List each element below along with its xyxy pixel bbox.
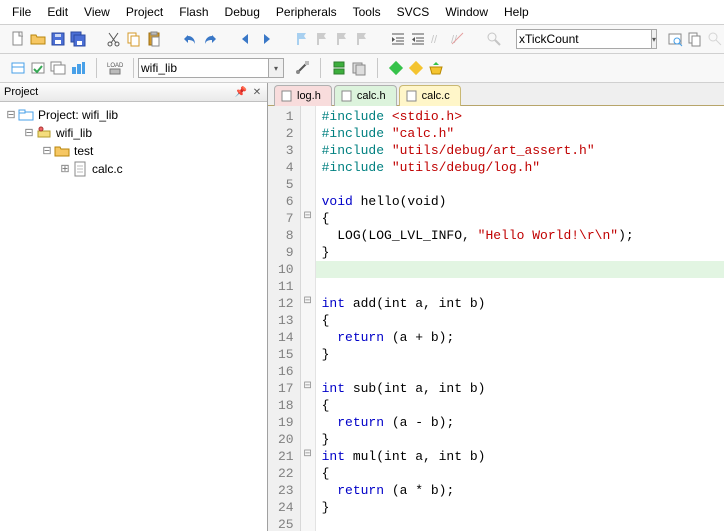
tree-expander[interactable]: ⊟ — [4, 108, 18, 122]
tab-log-h[interactable]: log.h — [274, 85, 332, 106]
pack-yellow-icon[interactable] — [408, 60, 424, 76]
find-icon[interactable] — [486, 31, 502, 47]
panel-pin-icon[interactable]: 📌 — [235, 86, 247, 98]
tree-group-label[interactable]: test — [74, 144, 93, 158]
target-icon — [36, 125, 52, 141]
panel-close-icon[interactable]: ✕ — [251, 86, 263, 98]
new-file-icon[interactable] — [10, 31, 26, 47]
tree-expander[interactable]: ⊟ — [22, 126, 36, 140]
menu-window[interactable]: Window — [437, 3, 496, 21]
save-all-icon[interactable] — [70, 31, 86, 47]
nav-forward-icon[interactable] — [258, 31, 274, 47]
rebuild-icon[interactable] — [50, 60, 66, 76]
bookmark-prev-icon[interactable] — [314, 31, 330, 47]
comment-icon[interactable]: // — [430, 31, 446, 47]
menu-file[interactable]: File — [4, 3, 39, 21]
menu-flash[interactable]: Flash — [171, 3, 216, 21]
separator — [133, 58, 134, 78]
bookmark-flag-icon[interactable] — [294, 31, 310, 47]
bookmark-clear-icon[interactable] — [354, 31, 370, 47]
bookmark-next-icon[interactable] — [334, 31, 350, 47]
tree-target-label[interactable]: wifi_lib — [56, 126, 92, 140]
line-number-gutter: 1234567891011121314151617181920212223242… — [268, 106, 301, 531]
outdent-icon[interactable] — [410, 31, 426, 47]
menubar: File Edit View Project Flash Debug Perip… — [0, 0, 724, 25]
save-icon[interactable] — [50, 31, 66, 47]
quick-search-input[interactable] — [516, 29, 652, 49]
file-icon — [281, 90, 293, 102]
c-file-icon — [72, 161, 88, 177]
uncomment-icon[interactable]: // — [450, 31, 466, 47]
project-panel-header: Project 📌 ✕ — [0, 83, 267, 102]
tab-calc-c[interactable]: calc.c — [399, 85, 461, 106]
project-panel: Project 📌 ✕ ⊟ Project: wifi_lib ⊟ wifi_l… — [0, 83, 268, 531]
project-panel-title: Project — [4, 86, 38, 98]
project-tree[interactable]: ⊟ Project: wifi_lib ⊟ wifi_lib ⊟ test ⊞ … — [0, 102, 267, 531]
options-icon[interactable] — [294, 60, 310, 76]
editor-tabs: log.h calc.h calc.c — [268, 83, 724, 106]
manage-project-icon[interactable] — [331, 60, 347, 76]
workspace-icon — [18, 107, 34, 123]
folder-icon — [54, 143, 70, 159]
target-select[interactable] — [138, 58, 269, 78]
indent-icon[interactable] — [390, 31, 406, 47]
workspace-body: Project 📌 ✕ ⊟ Project: wifi_lib ⊟ wifi_l… — [0, 83, 724, 531]
quick-search-dropdown[interactable]: ▾ — [652, 29, 657, 49]
pack-installer-icon[interactable] — [428, 60, 444, 76]
batch-build-icon[interactable] — [70, 60, 86, 76]
tab-calc-h[interactable]: calc.h — [334, 85, 397, 106]
svg-text://: // — [431, 34, 438, 46]
tree-file-label[interactable]: calc.c — [92, 162, 123, 176]
tab-label: calc.h — [357, 90, 386, 102]
search-project-icon[interactable] — [667, 31, 683, 47]
menu-project[interactable]: Project — [118, 3, 171, 21]
tree-expander[interactable]: ⊞ — [58, 162, 72, 176]
target-select-dropdown[interactable]: ▾ — [269, 58, 284, 78]
toolbar-build: LOAD ▾ — [0, 54, 724, 83]
build-icon[interactable] — [30, 60, 46, 76]
svg-text://: // — [451, 34, 458, 46]
menu-tools[interactable]: Tools — [345, 3, 389, 21]
separator — [320, 58, 321, 78]
separator — [377, 58, 378, 78]
paste-icon[interactable] — [146, 31, 162, 47]
tab-label: calc.c — [422, 90, 450, 102]
code-editor[interactable]: 1234567891011121314151617181920212223242… — [268, 106, 724, 531]
toolbar-main: // // ▾ — [0, 25, 724, 54]
menu-svcs[interactable]: SVCS — [389, 3, 438, 21]
file-icon — [341, 90, 353, 102]
download-icon[interactable]: LOAD — [107, 60, 123, 76]
editor-area: log.h calc.h calc.c 12345678910111213141… — [268, 83, 724, 531]
menu-help[interactable]: Help — [496, 3, 537, 21]
open-file-icon[interactable] — [30, 31, 46, 47]
undo-icon[interactable] — [182, 31, 198, 47]
tree-expander[interactable]: ⊟ — [40, 144, 54, 158]
nav-back-icon[interactable] — [238, 31, 254, 47]
menu-peripherals[interactable]: Peripherals — [268, 3, 345, 21]
menu-debug[interactable]: Debug — [217, 3, 268, 21]
svg-text:LOAD: LOAD — [107, 63, 123, 69]
separator — [96, 58, 97, 78]
source-text[interactable]: #include <stdio.h>#include "calc.h"#incl… — [316, 106, 724, 531]
redo-icon[interactable] — [202, 31, 218, 47]
build-target-icon[interactable] — [10, 60, 26, 76]
menu-edit[interactable]: Edit — [39, 3, 76, 21]
file-icon — [406, 90, 418, 102]
search-next-icon[interactable] — [707, 31, 723, 47]
copy-icon[interactable] — [126, 31, 142, 47]
tab-label: log.h — [297, 90, 321, 102]
search-files-icon[interactable] — [687, 31, 703, 47]
fold-gutter[interactable]: ⊟ ⊟ ⊟ ⊟ — [301, 106, 316, 531]
tree-root-label[interactable]: Project: wifi_lib — [38, 108, 118, 122]
pack-green-icon[interactable] — [388, 60, 404, 76]
menu-view[interactable]: View — [76, 3, 118, 21]
manage-books-icon[interactable] — [351, 60, 367, 76]
cut-icon[interactable] — [106, 31, 122, 47]
